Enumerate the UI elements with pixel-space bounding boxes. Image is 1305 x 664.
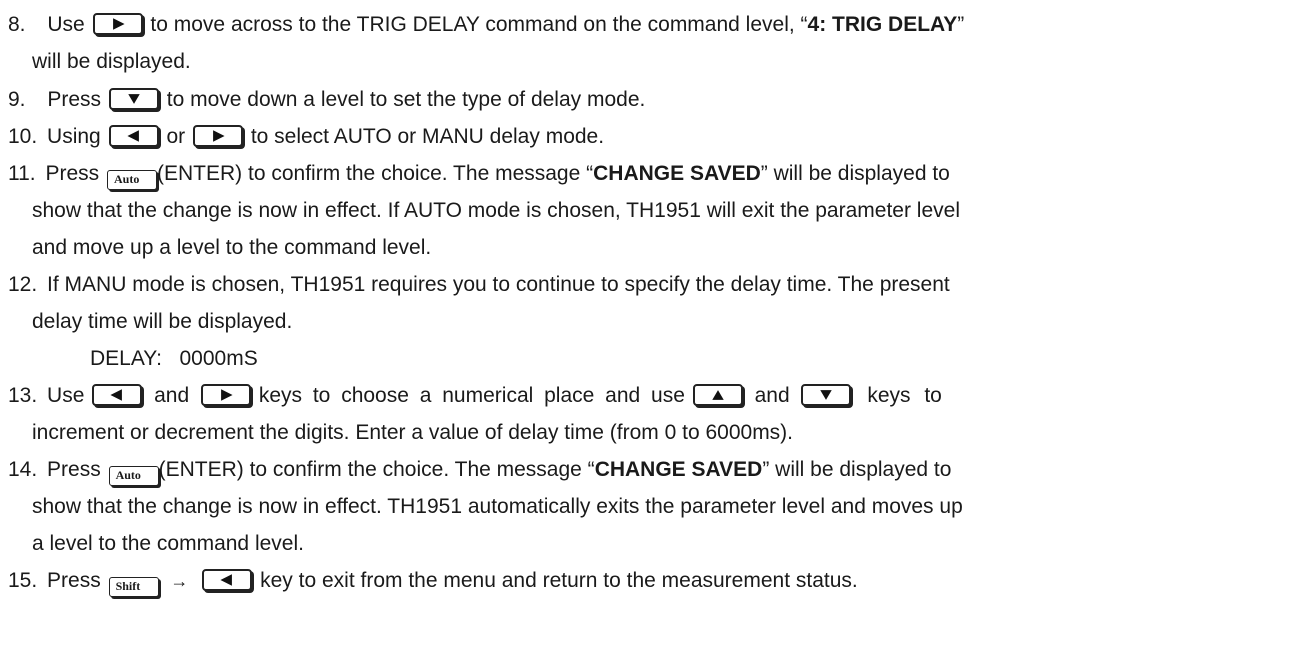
step-10-line: 10. Using or to select AUTO or MANU dela…: [8, 125, 605, 148]
step-14-line-3: a level to the command level.: [32, 532, 304, 555]
down-arrow-key-icon: [801, 384, 852, 406]
right-arrow-key-icon: [200, 384, 251, 406]
step-13-line-2: increment or decrement the digits. Enter…: [32, 421, 794, 444]
step-8-line-2: will be displayed.: [32, 50, 191, 73]
auto-enter-key-icon: Auto: [107, 170, 158, 190]
right-arrow-key-icon: [92, 13, 143, 35]
right-arrow-key-icon: [192, 125, 243, 147]
up-arrow-key-icon: [692, 384, 743, 406]
auto-enter-key-icon: Auto: [108, 466, 159, 486]
manual-page: 8. Use to move across to the TRIG DELAY …: [0, 0, 1305, 664]
shift-key-icon: Shift: [108, 577, 159, 597]
left-arrow-key-icon: [108, 125, 159, 147]
then-arrow-icon: →: [170, 571, 189, 591]
down-arrow-key-icon: [108, 88, 159, 110]
step-12-line-1: 12. If MANU mode is chosen, TH1951 requi…: [8, 273, 950, 296]
left-arrow-key-icon: [202, 569, 253, 591]
step-15-line: 15. Press Shift → key to exit from the m…: [8, 568, 858, 597]
step-11-line-3: and move up a level to the command level…: [32, 236, 432, 259]
step-14-line-1: 14. Press Auto (ENTER) to confirm the cho…: [8, 457, 951, 486]
step-9-line: 9. Press to move down a level to set the…: [8, 88, 646, 111]
step-12-display-value: DELAY: 0000mS: [90, 347, 258, 370]
step-11-line-1: 11. Press Auto (ENTER) to confirm the cho…: [8, 161, 950, 190]
step-11-line-2: show that the change is now in effect. I…: [32, 199, 960, 222]
left-arrow-key-icon: [92, 384, 143, 406]
step-8-line-1: 8. Use to move across to the TRIG DELAY …: [8, 13, 965, 36]
step-14-line-2: show that the change is now in effect. T…: [32, 495, 963, 518]
step-13-line-1: 13. Use and keys to choose a numerical p…: [8, 384, 942, 407]
step-12-line-2: delay time will be displayed.: [32, 310, 293, 333]
